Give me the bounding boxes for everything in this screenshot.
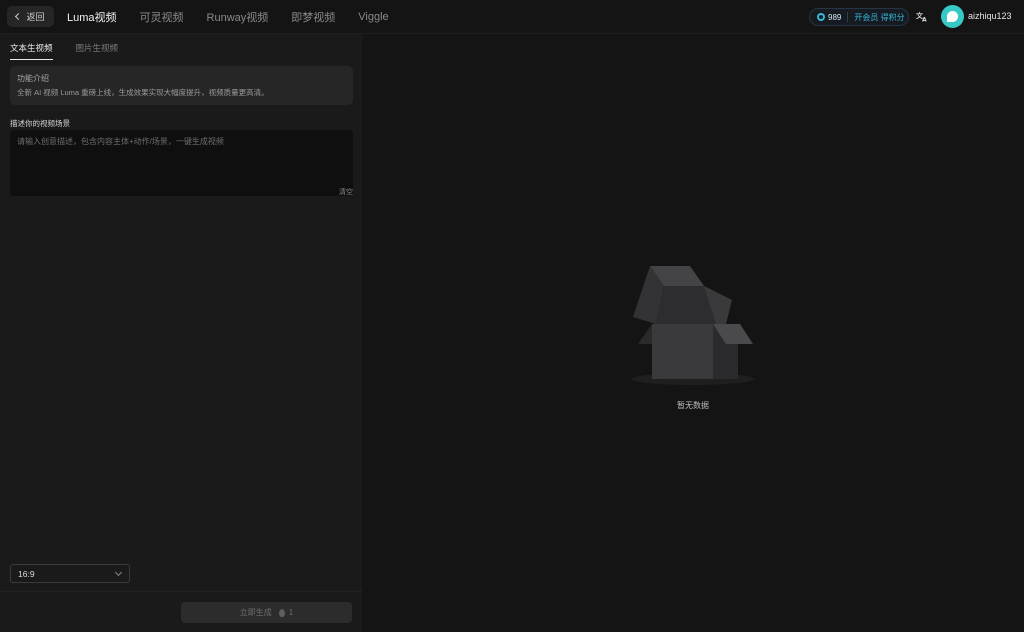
- points-divider: [847, 12, 849, 22]
- generate-button-label: 立即生成: [239, 608, 272, 617]
- back-button-label: 返回: [26, 12, 45, 22]
- left-panel: 文本生视频 图片生视频 功能介绍 全新 AI 视频 Luma 重磅上线，生成效果…: [0, 34, 362, 632]
- prompt-input[interactable]: [10, 130, 353, 196]
- mode-tabs: 文本生视频 图片生视频: [10, 42, 118, 60]
- prompt-label: 描述你的视频场景: [10, 119, 70, 128]
- chevron-down-icon: [114, 568, 123, 577]
- tab-text-to-video[interactable]: 文本生视频: [10, 42, 53, 60]
- avatar[interactable]: [941, 5, 964, 28]
- top-bar: 返回 Luma视频 可灵视频 Runway视频 即梦视频 Viggle 989 …: [0, 0, 1024, 34]
- prompt-box: 清空: [10, 130, 353, 196]
- result-area: 暂无数据: [362, 34, 1024, 632]
- aspect-ratio-select[interactable]: 16:9: [10, 564, 130, 583]
- empty-state-text: 暂无数据: [677, 401, 709, 410]
- avatar-logo-icon: [947, 11, 958, 22]
- chevron-left-icon: [15, 12, 23, 21]
- generate-button[interactable]: 立即生成 1: [181, 602, 352, 623]
- nav-item-luma[interactable]: Luma视频: [67, 9, 117, 25]
- nav-item-jimeng[interactable]: 即梦视频: [291, 9, 335, 25]
- nav-item-keling[interactable]: 可灵视频: [140, 9, 184, 25]
- intro-title: 功能介绍: [17, 74, 49, 83]
- empty-box-icon: [632, 266, 754, 385]
- main-nav: Luma视频 可灵视频 Runway视频 即梦视频 Viggle: [67, 0, 412, 34]
- nav-item-viggle[interactable]: Viggle: [358, 11, 388, 23]
- aspect-ratio-value: 16:9: [18, 569, 35, 579]
- translate-icon[interactable]: 文 A: [916, 10, 928, 24]
- tab-image-to-video[interactable]: 图片生视频: [76, 42, 119, 60]
- clear-button[interactable]: 清空: [339, 187, 353, 197]
- intro-card: 功能介绍 全新 AI 视频 Luma 重磅上线，生成效果实现大幅度提升，视频质量…: [10, 66, 353, 105]
- nav-item-runway[interactable]: Runway视频: [207, 9, 269, 25]
- translate-icon-svg: 文 A: [916, 11, 927, 24]
- points-badge[interactable]: 989 开会员 得积分: [809, 8, 909, 26]
- vip-link[interactable]: 开会员 得积分: [854, 12, 904, 23]
- back-button[interactable]: 返回: [7, 6, 54, 27]
- divider: [0, 591, 362, 592]
- svg-text:A: A: [922, 17, 927, 23]
- generate-cost: 1: [288, 608, 294, 617]
- fire-icon: [278, 608, 285, 617]
- intro-description: 全新 AI 视频 Luma 重磅上线，生成效果实现大幅度提升，视频质量更高清。: [17, 88, 269, 97]
- coin-icon: [817, 13, 825, 21]
- username[interactable]: aizhiqu123: [968, 11, 1012, 21]
- points-value: 989: [828, 12, 842, 22]
